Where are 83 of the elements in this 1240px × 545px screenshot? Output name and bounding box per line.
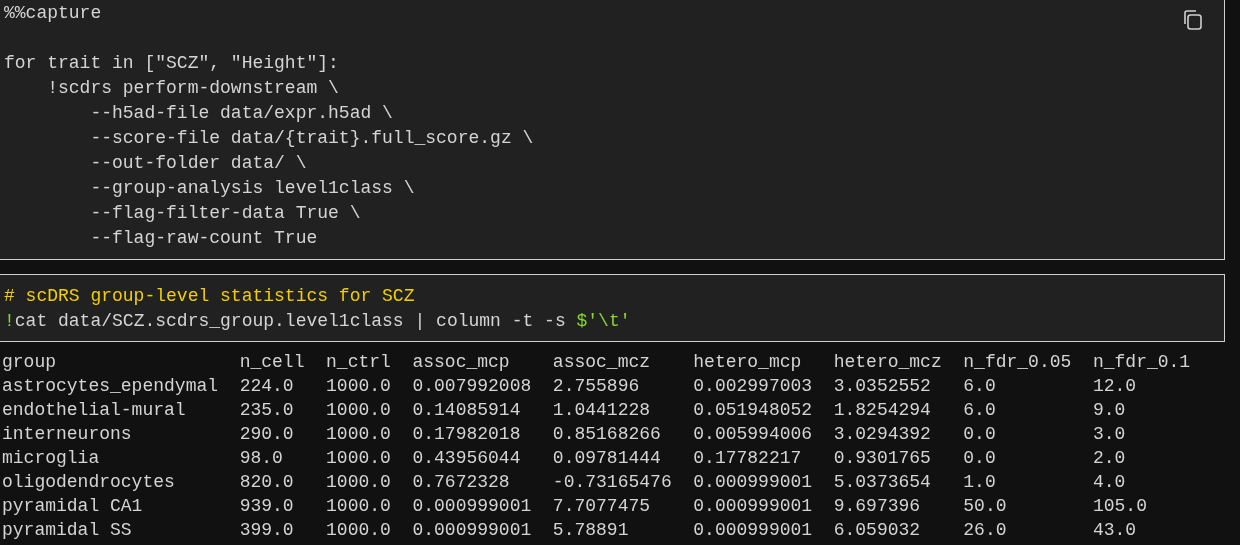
- code-line: --group-analysis level1class \: [89, 177, 415, 200]
- table-cell-text: 0.000999001: [693, 519, 813, 542]
- table-cell-text: 105.0: [1092, 495, 1147, 518]
- table-cell-text: 0.000999001: [693, 471, 813, 494]
- table-cell-text: 2.755896: [552, 375, 640, 398]
- table-cell-text: 6.059032: [833, 519, 921, 542]
- table-cell-text: 1.0: [963, 471, 996, 494]
- table-cell-text: 12.0: [1092, 375, 1137, 398]
- code-line: --h5ad-file data/expr.h5ad \: [89, 102, 393, 125]
- table-cell-text: 1000.0: [326, 399, 391, 422]
- table-cell-text: 6.0: [963, 375, 996, 398]
- column-header: group: [2, 351, 56, 374]
- table-cell-text: 0.09781444: [552, 447, 661, 470]
- table-cell-text: 7.7077475: [552, 495, 651, 518]
- table-cell-text: 399.0: [239, 519, 294, 542]
- table-cell-text: 0.051948052: [693, 399, 813, 422]
- table-cell-text: endothelial-mural: [2, 399, 186, 422]
- code-line: !cat data/SCZ.scdrs_group.level1class | column -t -s $'\t': [4, 310, 631, 333]
- table-cell-text: 1000.0: [326, 423, 391, 446]
- table-cell-text: 939.0: [239, 495, 294, 518]
- table-cell-text: 4.0: [1092, 471, 1126, 494]
- table-cell-text: 820.0: [239, 471, 294, 494]
- code-line: !scdrs perform-downstream \: [46, 77, 339, 100]
- table-cell-text: astrocytes_ependymal: [2, 375, 219, 398]
- table-cell-text: 0.000999001: [412, 519, 532, 542]
- table-cell-text: 0.000999001: [412, 495, 532, 518]
- column-header: hetero_mcz: [833, 351, 942, 374]
- code-line: # scDRS group-level statistics for SCZ: [4, 285, 415, 308]
- table-cell-text: 224.0: [239, 375, 294, 398]
- code-line: --score-file data/{trait}.full_score.gz \: [89, 127, 534, 150]
- table-cell-text: 0.17982018: [412, 423, 521, 446]
- table-cell-text: 1000.0: [326, 375, 391, 398]
- table-cell-text: 6.0: [963, 399, 996, 422]
- code-line: --out-folder data/ \: [89, 152, 307, 175]
- column-header: hetero_mcp: [693, 351, 802, 374]
- table-cell-text: 0.17782217: [693, 447, 802, 470]
- table-cell-text: 0.002997003: [693, 375, 813, 398]
- table-cell-text: 290.0: [239, 423, 294, 446]
- table-cell-text: 2.0: [1092, 447, 1126, 470]
- table-cell-text: 0.85168266: [552, 423, 661, 446]
- column-header: assoc_mcp: [412, 351, 510, 374]
- table-cell-text: 43.0: [1092, 519, 1137, 542]
- table-cell-text: 1000.0: [326, 447, 391, 470]
- code-line: for trait in ["SCZ", "Height"]:: [4, 52, 339, 75]
- table-cell-text: 5.78891: [552, 519, 629, 542]
- column-header: assoc_mcz: [552, 351, 651, 374]
- table-cell-text: 0.0: [963, 447, 996, 470]
- table-cell-text: 26.0: [963, 519, 1007, 542]
- column-header: n_fdr_0.05: [963, 351, 1072, 374]
- table-cell-text: 0.14085914: [412, 399, 521, 422]
- table-cell-text: microglia: [2, 447, 100, 470]
- column-header: n_fdr_0.1: [1092, 351, 1191, 374]
- table-cell-text: 0.7672328: [412, 471, 510, 494]
- table-cell-text: pyramidal CA1: [2, 495, 143, 518]
- table-cell-text: interneurons: [2, 423, 132, 446]
- table-cell-text: 0.000999001: [693, 495, 813, 518]
- table-cell-text: 1000.0: [326, 471, 391, 494]
- table-cell-text: 1.8254294: [833, 399, 931, 422]
- code-line: %%capture: [4, 2, 102, 25]
- table-cell-text: 9.0: [1092, 399, 1126, 422]
- table-cell-text: 0.005994006: [693, 423, 813, 446]
- table-cell-text: 9.697396: [833, 495, 921, 518]
- table-cell-text: 0.43956044: [412, 447, 521, 470]
- table-cell-text: 0.007992008: [412, 375, 532, 398]
- table-cell-text: 1000.0: [326, 495, 391, 518]
- table-cell-text: 235.0: [239, 399, 294, 422]
- table-cell-text: 50.0: [963, 495, 1007, 518]
- column-header: n_ctrl: [326, 351, 391, 374]
- table-cell-text: 98.0: [239, 447, 283, 470]
- column-header: n_cell: [239, 351, 305, 374]
- table-cell-text: -0.73165476: [552, 471, 672, 494]
- table-cell-text: 0.0: [963, 423, 996, 446]
- code-line: --flag-filter-data True \: [89, 202, 361, 225]
- table-cell-text: oligodendrocytes: [2, 471, 175, 494]
- table-cell-text: 3.0352552: [833, 375, 931, 398]
- table-cell-text: 3.0294392: [833, 423, 931, 446]
- table-cell-text: 1000.0: [326, 519, 391, 542]
- code-line: --flag-raw-count True: [89, 227, 318, 250]
- table-cell-text: 3.0: [1092, 423, 1126, 446]
- table-cell-text: 0.9301765: [833, 447, 931, 470]
- table-cell-text: 5.0373654: [833, 471, 931, 494]
- table-cell-text: 1.0441228: [552, 399, 651, 422]
- table-cell-text: pyramidal SS: [2, 519, 132, 542]
